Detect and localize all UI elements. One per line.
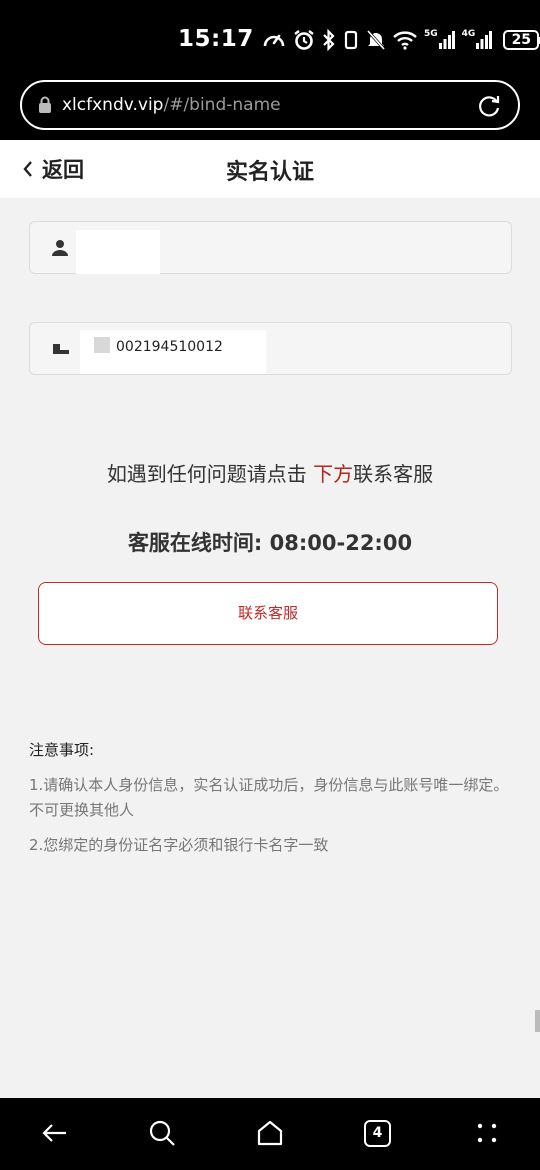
status-icons: 5G 4G 25: [262, 28, 540, 52]
signal-icon: [476, 31, 493, 49]
menu-icon[interactable]: [472, 1118, 502, 1148]
id-card-icon: [53, 343, 69, 354]
status-time: 15:17: [178, 26, 254, 52]
bluetooth-icon: [323, 29, 335, 51]
status-bar: 15:17 5G 4G 25: [0, 0, 540, 78]
id-number[interactable]: 002194510012: [116, 339, 223, 355]
help-text-after: 联系客服: [353, 462, 434, 486]
help-text-accent: 下方: [313, 462, 354, 486]
scrollbar-thumb[interactable]: [535, 1010, 540, 1032]
back-label: 返回: [42, 158, 84, 182]
chevron-left-icon: [23, 161, 32, 177]
search-icon[interactable]: [147, 1118, 177, 1148]
back-button[interactable]: 返回: [22, 154, 84, 184]
address-bar[interactable]: xlcfxndv.vip/#/bind-name: [20, 80, 520, 130]
help-text-before: 如遇到任何问题请点击: [106, 462, 314, 486]
help-text: 如遇到任何问题请点击 下方联系客服: [0, 458, 540, 487]
vibrate-icon: [344, 30, 358, 50]
signal-icon: [438, 31, 455, 49]
note-item: 1.请确认本人身份信息，实名认证成功后，身份信息与此账号唯一绑定。不可更换其他人: [29, 776, 509, 819]
tabs-icon[interactable]: 4: [364, 1120, 391, 1147]
browser-bar: xlcfxndv.vip/#/bind-name: [0, 78, 540, 140]
privacy-mask: [76, 230, 160, 274]
back-arrow-icon[interactable]: [40, 1118, 70, 1148]
page-header: 实名认证 返回: [0, 140, 540, 198]
mute-icon: [366, 30, 386, 50]
signal-4g: 4G: [462, 30, 493, 50]
bottom-navigation: 4: [0, 1098, 540, 1170]
url-text[interactable]: xlcfxndv.vip/#/bind-name: [62, 95, 281, 115]
note-item: 2.您绑定的身份证名字必须和银行卡名字一致: [29, 836, 329, 854]
reload-icon[interactable]: [476, 93, 502, 119]
privacy-mask: [94, 337, 110, 353]
battery-icon: 25: [503, 30, 540, 50]
url-path: /#/bind-name: [163, 95, 281, 115]
lock-icon: [39, 96, 51, 113]
contact-service-button[interactable]: 联系客服: [38, 582, 498, 645]
alarm-icon: [294, 30, 314, 50]
service-hours: 客服在线时间: 08:00-22:00: [127, 531, 413, 555]
speed-icon: [263, 34, 285, 47]
notes-title: 注意事项:: [29, 741, 95, 759]
signal-5g: 5G: [424, 30, 455, 50]
wifi-icon: [393, 31, 417, 50]
user-icon: [52, 239, 68, 256]
url-host: xlcfxndv.vip: [62, 95, 164, 115]
home-icon[interactable]: [255, 1118, 285, 1148]
